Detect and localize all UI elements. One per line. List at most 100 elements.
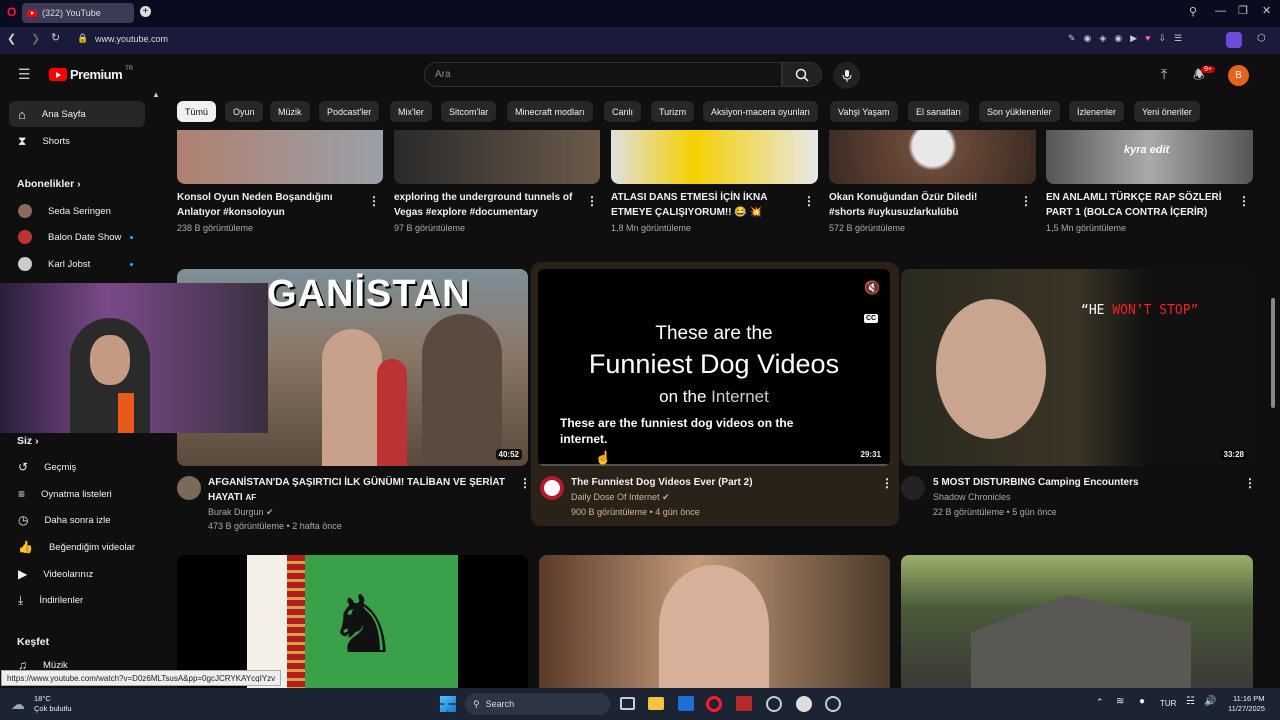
chip[interactable]: Oyun xyxy=(225,101,263,122)
outlook-icon[interactable] xyxy=(678,696,694,711)
browser-tab[interactable]: (322) YouTube xyxy=(22,3,134,23)
opera-taskbar-icon[interactable] xyxy=(706,696,722,712)
video-title[interactable]: exploring the underground tunnels of Vega… xyxy=(394,190,572,220)
video-title[interactable]: ATLASI DANS ETMESİ İÇİN İKNA ETMEYE ÇALIŞ… xyxy=(611,190,767,220)
sidebar-item-liked[interactable]: 👍 Beğendiğim videolar xyxy=(9,534,145,560)
more-options-icon[interactable]: ⋮ xyxy=(803,194,815,208)
sidebar-item-shorts[interactable]: ⧗ Shorts xyxy=(9,128,145,154)
mute-icon[interactable]: 🔇 xyxy=(864,280,880,296)
chip[interactable]: İzlenenler xyxy=(1069,101,1125,122)
reload-icon[interactable]: ↻ xyxy=(51,33,60,44)
more-options-icon[interactable]: ⋮ xyxy=(1244,476,1256,490)
video-title[interactable]: AFGANİSTAN'DA ŞAŞIRTICI İLK GÜNÜM! TALİB… xyxy=(208,475,505,505)
file-explorer-icon[interactable] xyxy=(648,697,664,710)
wifi-icon[interactable]: ☵ xyxy=(1186,696,1195,707)
video-thumbnail[interactable] xyxy=(611,130,818,184)
opera-icon[interactable]: O xyxy=(7,6,16,18)
profile-icon[interactable] xyxy=(1226,32,1242,48)
url-field[interactable]: www.youtube.com xyxy=(95,34,168,44)
channel-name[interactable]: Daily Dose Of Internet ✔ xyxy=(571,490,670,505)
chip[interactable]: El sanatları xyxy=(908,101,970,122)
chip-all[interactable]: Tümü xyxy=(177,101,217,122)
app-icon[interactable] xyxy=(796,696,812,712)
chip[interactable]: Müzik xyxy=(270,101,310,122)
cc-icon[interactable]: CC xyxy=(864,314,879,323)
language-indicator[interactable]: TUR xyxy=(1160,699,1176,708)
back-icon[interactable]: ❮ xyxy=(7,34,16,45)
chip[interactable]: Turizm xyxy=(651,101,695,122)
sidebar-item-watch-later[interactable]: ◷ Daha sonra izle xyxy=(9,507,145,533)
minimize-icon[interactable]: — xyxy=(1215,6,1226,17)
chip[interactable]: Vahşi Yaşam xyxy=(830,101,898,122)
app-icon[interactable] xyxy=(766,696,782,712)
video-title[interactable]: Okan Konuğundan Özür Diledi! #shorts #uyk… xyxy=(829,190,977,220)
chip[interactable]: Minecraft modları xyxy=(507,101,593,122)
taskbar-search[interactable]: ⚲ Search xyxy=(465,693,610,715)
new-tab-icon[interactable]: + xyxy=(140,6,151,17)
more-options-icon[interactable]: ⋮ xyxy=(881,476,893,490)
progress-bar[interactable] xyxy=(538,464,890,466)
chip[interactable]: Son yüklenenler xyxy=(979,101,1060,122)
menu-icon[interactable]: ☰ xyxy=(18,67,31,81)
clock-time[interactable]: 11:16 PM xyxy=(1233,694,1265,703)
chip[interactable]: Sitcom'lar xyxy=(441,101,497,122)
video-preview-player[interactable]: These are the Funniest Dog Videos on the… xyxy=(538,269,890,466)
video-thumbnail[interactable] xyxy=(901,555,1253,688)
video-thumbnail[interactable] xyxy=(829,130,1036,184)
chip[interactable]: Yeni öneriler xyxy=(1134,101,1200,122)
search-button[interactable] xyxy=(782,62,822,87)
channel-avatar[interactable] xyxy=(901,476,925,500)
chip[interactable]: Podcast'ler xyxy=(319,101,380,122)
task-view-icon[interactable] xyxy=(620,697,635,710)
network-icon[interactable]: ≋ xyxy=(1116,696,1124,707)
account-avatar[interactable]: B xyxy=(1228,65,1249,86)
channel-avatar[interactable] xyxy=(540,476,564,500)
start-button[interactable] xyxy=(440,696,456,712)
extension-icons[interactable]: ✎◉◈◉▶♥⇩☰ xyxy=(1068,34,1190,43)
restore-icon[interactable]: ❐ xyxy=(1238,6,1248,17)
video-thumbnail[interactable]: “HE WON’T STOP” 33:28 xyxy=(901,269,1253,466)
video-thumbnail[interactable]: kyra edit xyxy=(1046,130,1253,184)
more-options-icon[interactable]: ⋮ xyxy=(1238,194,1250,208)
more-options-icon[interactable]: ⋮ xyxy=(368,194,380,208)
app-icon[interactable] xyxy=(825,696,841,712)
video-title[interactable]: The Funniest Dog Videos Ever (Part 2) xyxy=(571,475,753,490)
more-options-icon[interactable]: ⋮ xyxy=(1020,194,1032,208)
channel-name[interactable]: Burak Durgun ✔ xyxy=(208,505,274,520)
app-icon[interactable] xyxy=(736,696,752,711)
clock-date[interactable]: 11/27/2025 xyxy=(1228,704,1265,713)
volume-icon[interactable]: 🔊 xyxy=(1204,696,1216,707)
chip[interactable]: Canlı xyxy=(604,101,642,122)
chip[interactable]: Aksiyon-macera oyunları xyxy=(703,101,819,122)
video-title[interactable]: 5 MOST DISTURBING Camping Encounters xyxy=(933,475,1139,490)
more-options-icon[interactable]: ⋮ xyxy=(586,194,598,208)
page-scrollbar[interactable] xyxy=(1271,298,1275,408)
video-title[interactable]: Konsol Oyun Neden Boşandığını Anlatıyor #… xyxy=(177,190,333,220)
more-options-icon[interactable]: ⋮ xyxy=(519,476,531,490)
chip[interactable]: Mix'ler xyxy=(390,101,432,122)
sidebar-item-history[interactable]: ↺ Geçmiş xyxy=(9,454,145,480)
extensions-icon[interactable]: ⬡ xyxy=(1257,34,1266,44)
sidebar-scroll-up-icon[interactable]: ▲ xyxy=(152,91,160,99)
video-thumbnail[interactable] xyxy=(539,555,890,688)
channel-name[interactable]: Shadow Chronicles xyxy=(933,490,1011,505)
sidebar-item-subscription[interactable]: Karl Jobst xyxy=(9,251,145,277)
show-hidden-icons[interactable]: ⌃ xyxy=(1096,697,1104,708)
weather-icon[interactable]: ☁ xyxy=(11,696,25,713)
mic-icon[interactable]: ● xyxy=(1139,696,1145,707)
sidebar-item-playlists[interactable]: ≡ Oynatma listeleri xyxy=(9,481,145,507)
sidebar-item-subscription[interactable]: Seda Seringen xyxy=(9,198,145,224)
tab-search-icon[interactable]: ⚲ xyxy=(1189,7,1197,18)
voice-search-button[interactable] xyxy=(833,62,860,89)
sidebar-item-home[interactable]: ⌂ Ana Sayfa xyxy=(9,101,145,127)
sidebar-item-downloads[interactable]: ⤓ İndirilenler xyxy=(9,587,145,613)
video-thumbnail[interactable] xyxy=(394,130,600,184)
subscriptions-heading[interactable]: Abonelikler › xyxy=(17,178,81,190)
sidebar-item-your-videos[interactable]: ▶ Videolarınız xyxy=(9,561,145,587)
search-input[interactable]: Ara xyxy=(424,62,782,87)
youtube-logo[interactable]: Premium TR xyxy=(49,66,133,82)
forward-icon[interactable]: ❯ xyxy=(31,34,40,45)
upload-icon[interactable]: ⤒ xyxy=(1161,67,1167,81)
video-thumbnail[interactable] xyxy=(177,130,383,184)
video-title[interactable]: EN ANLAMLI TÜRKÇE RAP SÖZLERİ PART 1 (BOL… xyxy=(1046,190,1222,220)
